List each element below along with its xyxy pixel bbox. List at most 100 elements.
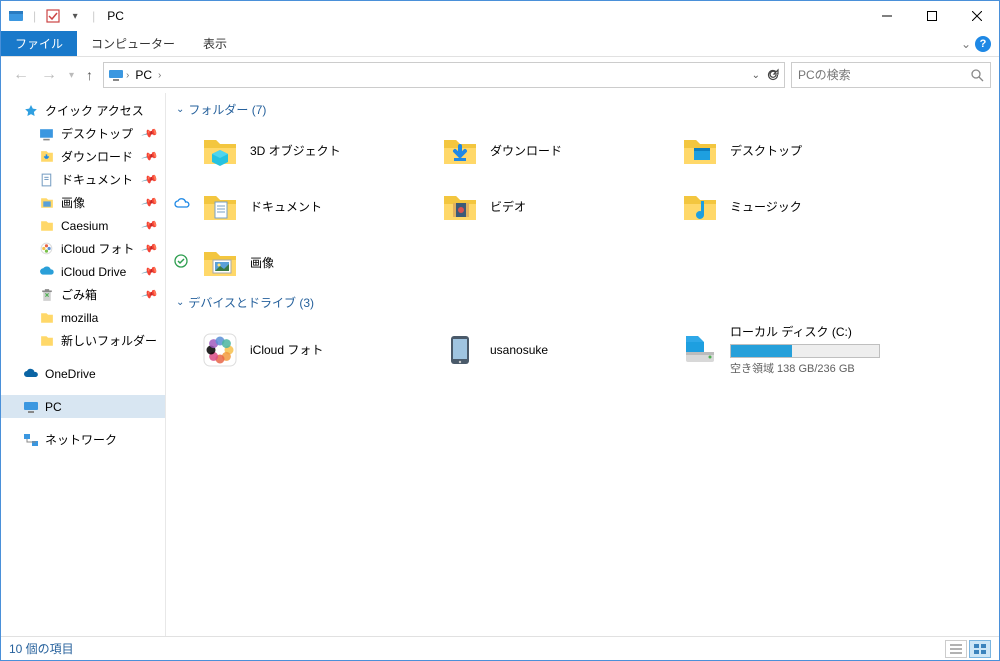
view-switcher [945, 640, 991, 658]
sidebar-item-label: ドキュメント [61, 171, 133, 188]
sidebar-network[interactable]: ネットワーク [1, 428, 165, 451]
properties-icon[interactable] [44, 7, 62, 25]
sidebar-item-Caesium[interactable]: Caesium📌 [1, 214, 165, 237]
close-button[interactable] [954, 1, 999, 31]
folder-item-ダウンロード[interactable]: ダウンロード [434, 126, 674, 174]
search-icon[interactable] [970, 68, 984, 82]
sidebar-item-label: iCloud Drive [61, 265, 126, 279]
help-icon[interactable]: ? [975, 36, 991, 52]
sidebar-item-画像[interactable]: 画像📌 [1, 191, 165, 214]
qat-dropdown-icon[interactable]: ▾ [66, 7, 84, 25]
devices-grid: iCloud フォトusanosukeローカル ディスク (C:)空き領域 13… [176, 315, 989, 384]
search-input[interactable] [798, 68, 970, 82]
app-icon [7, 7, 25, 25]
sidebar-item-label: OneDrive [45, 367, 96, 381]
downloads-icon [39, 149, 55, 165]
sidebar-item-iCloud フォト[interactable]: iCloud フォト📌 [1, 237, 165, 260]
folder-icon [39, 310, 55, 326]
sidebar-item-label: デスクトップ [61, 125, 133, 142]
pin-icon: 📌 [141, 170, 159, 188]
cloud-sync-icon [174, 198, 190, 210]
item-label: ダウンロード [490, 142, 668, 159]
pc-icon [108, 67, 124, 83]
item-label: 画像 [250, 254, 428, 271]
statusbar: 10 個の項目 [1, 636, 999, 660]
folder-icon [440, 186, 480, 226]
group-header-folders[interactable]: ⌄ フォルダー (7) [176, 97, 989, 122]
refresh-icon[interactable] [766, 68, 780, 82]
back-button[interactable]: ← [13, 66, 29, 84]
folder-item-画像[interactable]: 画像 [194, 238, 434, 286]
tiles-view-button[interactable] [969, 640, 991, 658]
device-item-iCloud フォト[interactable]: iCloud フォト [194, 319, 434, 380]
pin-icon: 📌 [141, 216, 159, 234]
chevron-down-icon: ⌄ [176, 104, 184, 115]
folder-item-ミュージック[interactable]: ミュージック [674, 182, 914, 230]
sidebar-item-iCloud Drive[interactable]: iCloud Drive 📌 [1, 260, 165, 283]
pin-icon: 📌 [141, 262, 159, 280]
breadcrumb-sep[interactable]: › [124, 70, 131, 81]
forward-button[interactable]: → [41, 66, 57, 84]
phone-icon [440, 330, 480, 370]
sidebar-item-label: mozilla [61, 311, 98, 325]
sidebar-item-デスクトップ[interactable]: デスクトップ📌 [1, 122, 165, 145]
pictures-icon [39, 195, 55, 211]
sidebar-item-label: ネットワーク [45, 431, 117, 448]
sidebar-onedrive[interactable]: OneDrive [1, 362, 165, 385]
separator: | [92, 9, 95, 23]
item-label: ビデオ [490, 198, 668, 215]
recycle-icon [39, 287, 55, 303]
folder-item-デスクトップ[interactable]: デスクトップ [674, 126, 914, 174]
ribbon-tab-view[interactable]: 表示 [189, 31, 241, 56]
pin-icon: 📌 [141, 239, 159, 257]
sidebar-item-mozilla[interactable]: mozilla [1, 306, 165, 329]
search-box[interactable] [791, 62, 991, 88]
sidebar-item-label: 画像 [61, 194, 85, 211]
folders-grid: 3D オブジェクト ダウンロードデスクトップドキュメント ビデオ ミュージック画像 [176, 122, 989, 290]
recent-dropdown-icon[interactable]: ▾ [69, 70, 74, 81]
folder-item-ドキュメント[interactable]: ドキュメント [194, 182, 434, 230]
sidebar-item-label: PC [45, 400, 62, 414]
sidebar-quickaccess[interactable]: クイック アクセス [1, 99, 165, 122]
body: クイック アクセス デスクトップ📌ダウンロード📌ドキュメント📌画像📌Caesiu… [1, 93, 999, 636]
group-header-devices[interactable]: ⌄ デバイスとドライブ (3) [176, 290, 989, 315]
sidebar-item-新しいフォルダー[interactable]: 新しいフォルダー [1, 329, 165, 352]
icloud-photos-icon [39, 241, 55, 257]
status-count: 10 個の項目 [9, 640, 74, 657]
item-label: ドキュメント [250, 198, 428, 215]
sidebar-item-ダウンロード[interactable]: ダウンロード📌 [1, 145, 165, 168]
group-title: デバイスとドライブ (3) [188, 294, 314, 311]
group-title: フォルダー (7) [188, 101, 266, 118]
folder-item-3D オブジェクト[interactable]: 3D オブジェクト [194, 126, 434, 174]
device-item-ローカル ディスク (C:)[interactable]: ローカル ディスク (C:)空き領域 138 GB/236 GB [674, 319, 914, 380]
address-bar[interactable]: › PC › ⌄ [103, 62, 785, 88]
pc-icon [23, 399, 39, 415]
maximize-button[interactable] [909, 1, 954, 31]
ribbon-expand-icon[interactable]: ⌄ [961, 37, 971, 51]
ribbon-file-tab[interactable]: ファイル [1, 31, 77, 56]
folder-icon [200, 186, 240, 226]
folder-item-ビデオ[interactable]: ビデオ [434, 182, 674, 230]
cloud-icon [23, 366, 39, 382]
breadcrumb-sep[interactable]: › [156, 70, 163, 81]
sidebar-item-ごみ箱[interactable]: ごみ箱📌 [1, 283, 165, 306]
documents-icon [39, 172, 55, 188]
folder-icon [680, 186, 720, 226]
sidebar-pc[interactable]: PC [1, 395, 165, 418]
desktop-icon [39, 126, 55, 142]
up-button[interactable]: ↑ [86, 67, 93, 83]
sidebar-item-ドキュメント[interactable]: ドキュメント 📌 [1, 168, 165, 191]
device-item-usanosuke[interactable]: usanosuke [434, 319, 674, 380]
nav-row: ← → ▾ ↑ › PC › ⌄ [1, 57, 999, 93]
window-controls [864, 1, 999, 31]
ribbon-right: ⌄ ? [961, 31, 999, 56]
breadcrumb-pc[interactable]: PC [131, 68, 156, 82]
minimize-button[interactable] [864, 1, 909, 31]
item-label: ミュージック [730, 198, 908, 215]
chevron-down-icon: ⌄ [176, 297, 184, 308]
details-view-button[interactable] [945, 640, 967, 658]
sidebar-item-label: ごみ箱 [61, 286, 97, 303]
folder-icon [39, 333, 55, 349]
ribbon-tab-computer[interactable]: コンピューター [77, 31, 189, 56]
address-dropdown-icon[interactable]: ⌄ [752, 70, 760, 81]
